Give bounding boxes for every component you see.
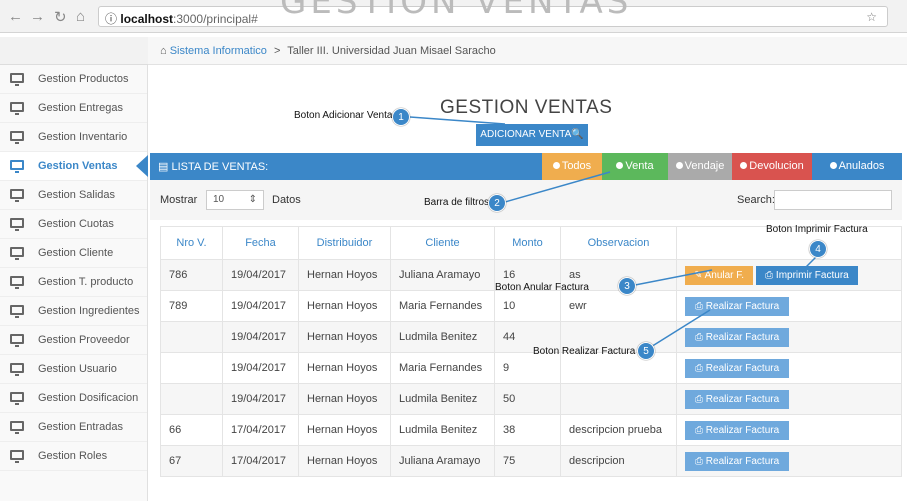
monitor-icon	[10, 102, 24, 115]
annotation-badge-1: 1	[392, 108, 410, 126]
monitor-icon	[10, 73, 24, 86]
sidebar-item-ingredientes[interactable]: Gestion Ingredientes	[0, 297, 147, 326]
sidebar-item-usuario[interactable]: Gestion Usuario	[0, 355, 147, 384]
sidebar-item-salidas[interactable]: Gestion Salidas	[0, 181, 147, 210]
reload-icon[interactable]: ↻	[54, 8, 67, 26]
realizar-factura-button[interactable]: ⎙ Realizar Factura	[685, 451, 790, 471]
breadcrumb-separator: >	[273, 45, 281, 57]
filter-vendaje[interactable]: Vendaje	[668, 153, 732, 180]
sidebar-item-ventas[interactable]: Gestion Ventas	[0, 152, 147, 181]
breadcrumb-current: Taller III. Universidad Juan Misael Sara…	[287, 45, 496, 57]
back-icon[interactable]: ←	[8, 8, 23, 25]
col-nro[interactable]: Nro V.	[160, 226, 223, 260]
sidebar-item-productos[interactable]: Gestion Productos	[0, 65, 147, 94]
sidebar-item-tproducto[interactable]: Gestion T. producto	[0, 268, 147, 297]
filter-anulados[interactable]: Anulados	[812, 153, 902, 180]
sidebar-item-inventario[interactable]: Gestion Inventario	[0, 123, 147, 152]
list-header-bar: ▤ LISTA DE VENTAS: Todos Venta Vendaje D…	[150, 153, 902, 180]
monitor-icon	[10, 421, 24, 434]
annotation-badge-4: 4	[809, 240, 827, 258]
search-icon: 🔍	[571, 129, 584, 140]
table-row: 67 17/04/2017 Hernan Hoyos Juliana Aramayo 7…	[160, 445, 902, 477]
realizar-factura-button[interactable]: ⎙ Realizar Factura	[685, 389, 790, 409]
annotation-label-2: Barra de filtros	[424, 197, 490, 208]
ventas-table: Nro V. Fecha Distribuidor Cliente Monto …	[160, 226, 902, 477]
filter-todos[interactable]: Todos	[542, 153, 602, 180]
realizar-factura-button[interactable]: ⎙ Realizar Factura	[685, 420, 790, 440]
annotation-label-5: Boton Realizar Factura	[533, 346, 636, 357]
annotation-label-1: Boton Adicionar Venta	[294, 110, 393, 121]
sidebar-item-dosificacion[interactable]: Gestion Dosificacion	[0, 384, 147, 413]
anular-factura-button[interactable]: ✎ Anular F.	[685, 265, 754, 285]
col-monto[interactable]: Monto	[494, 226, 561, 260]
url-path: :3000/principal#	[173, 12, 258, 26]
home-icon[interactable]: ⌂	[76, 8, 85, 25]
annotation-badge-2: 2	[488, 194, 506, 212]
search-input[interactable]	[774, 190, 892, 210]
col-observacion[interactable]: Observacion	[560, 226, 677, 260]
page-title: GESTION VENTAS	[440, 97, 613, 118]
table-row: 789 19/04/2017 Hernan Hoyos Maria Fernandes…	[160, 290, 902, 322]
page-size-select[interactable]: 10 ⇕	[206, 190, 264, 210]
sidebar-item-roles[interactable]: Gestion Roles	[0, 442, 147, 471]
monitor-icon	[10, 276, 24, 289]
imprimir-factura-button[interactable]: ⎙ Imprimir Factura	[756, 265, 858, 285]
sidebar-header	[0, 37, 148, 65]
breadcrumb-home-link[interactable]: Sistema Informatico	[170, 45, 267, 57]
updown-icon: ⇕	[248, 194, 257, 205]
table-row: 66 17/04/2017 Hernan Hoyos Ludmila Benitez 3…	[160, 414, 902, 446]
annotation-label-4: Boton Imprimir Factura	[766, 224, 868, 235]
info-icon: ⓘ	[105, 12, 118, 26]
sidebar-item-entregas[interactable]: Gestion Entregas	[0, 94, 147, 123]
overlay-title: GESTION VENTAS	[280, 0, 633, 22]
table-row: 19/04/2017 Hernan Hoyos Ludmila Benitez 44 …	[160, 321, 902, 353]
col-fecha[interactable]: Fecha	[222, 226, 299, 260]
url-host: localhost	[120, 12, 174, 26]
monitor-icon	[10, 160, 24, 173]
sidebar-item-entradas[interactable]: Gestion Entradas	[0, 413, 147, 442]
table-controls: Mostrar 10 ⇕ Datos Search:	[150, 180, 902, 220]
realizar-factura-button[interactable]: ⎙ Realizar Factura	[685, 296, 790, 316]
sidebar-item-cliente[interactable]: Gestion Cliente	[0, 239, 147, 268]
forward-icon[interactable]: →	[30, 8, 45, 25]
annotation-badge-5: 5	[637, 342, 655, 360]
monitor-icon	[10, 247, 24, 260]
filter-venta[interactable]: Venta	[602, 153, 668, 180]
col-distribuidor[interactable]: Distribuidor	[298, 226, 391, 260]
table-row: 19/04/2017 Hernan Hoyos Maria Fernandes 9 ⎙…	[160, 352, 902, 384]
monitor-icon	[10, 450, 24, 463]
search-label: Search:	[737, 194, 775, 206]
monitor-icon	[10, 392, 24, 405]
breadcrumb: ⌂ Sistema Informatico > Taller III. Univ…	[148, 37, 907, 65]
sidebar: Gestion Productos Gestion Entregas Gesti…	[0, 65, 148, 501]
annotation-badge-3: 3	[618, 277, 636, 295]
home-icon: ⌂	[160, 45, 167, 57]
datos-label: Datos	[272, 194, 301, 206]
monitor-icon	[10, 363, 24, 376]
filter-devolucion[interactable]: Devolucion	[732, 153, 812, 180]
bookmark-star-icon[interactable]: ☆	[866, 10, 877, 24]
col-cliente[interactable]: Cliente	[390, 226, 495, 260]
monitor-icon	[10, 305, 24, 318]
sidebar-item-proveedor[interactable]: Gestion Proveedor	[0, 326, 147, 355]
monitor-icon	[10, 334, 24, 347]
add-venta-button[interactable]: ADICIONAR VENTA🔍	[476, 124, 588, 146]
list-label: ▤ LISTA DE VENTAS:	[158, 161, 269, 173]
monitor-icon	[10, 131, 24, 144]
mostrar-label: Mostrar	[160, 194, 198, 206]
realizar-factura-button[interactable]: ⎙ Realizar Factura	[685, 358, 790, 378]
annotation-label-3: Boton Anular Factura	[495, 282, 589, 293]
monitor-icon	[10, 218, 24, 231]
monitor-icon	[10, 189, 24, 202]
table-row: 19/04/2017 Hernan Hoyos Ludmila Benitez 50 …	[160, 383, 902, 415]
active-indicator	[136, 155, 148, 177]
sidebar-item-cuotas[interactable]: Gestion Cuotas	[0, 210, 147, 239]
realizar-factura-button[interactable]: ⎙ Realizar Factura	[685, 327, 790, 347]
